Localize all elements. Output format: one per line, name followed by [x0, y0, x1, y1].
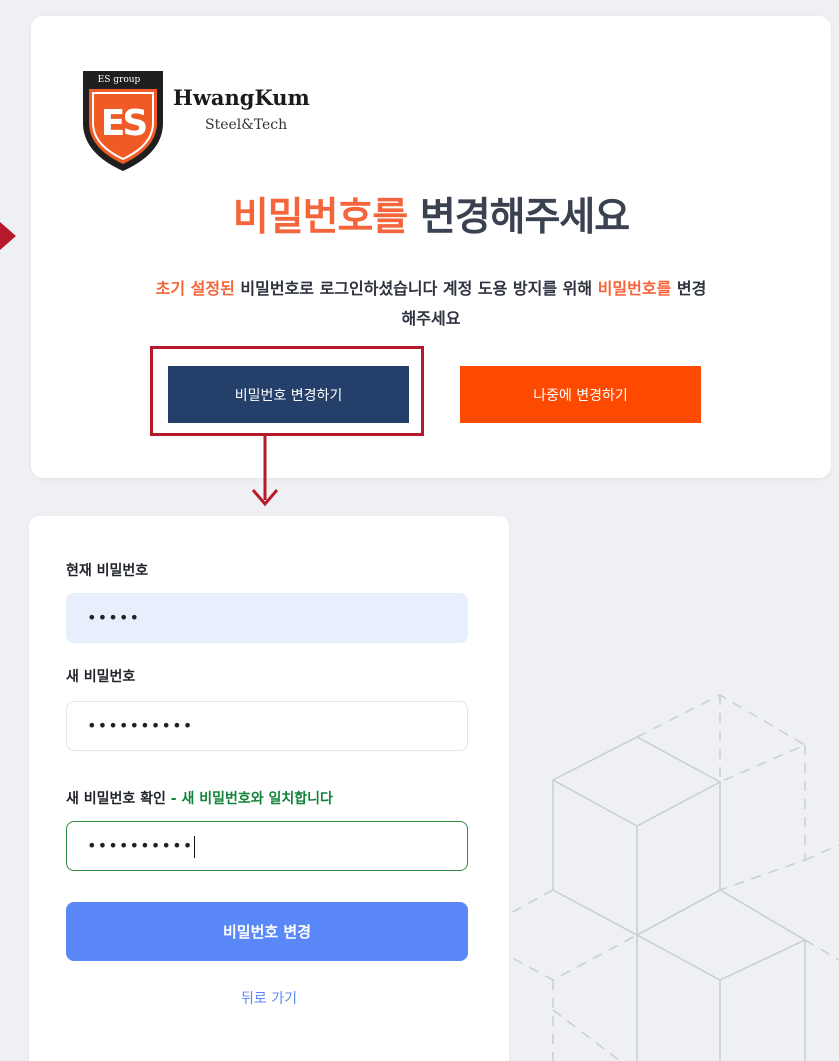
confirm-password-input[interactable]: ••••••••••	[66, 821, 468, 871]
password-match-status: - 새 비밀번호와 일치합니다	[165, 791, 333, 807]
text-caret	[194, 835, 196, 858]
go-back-link[interactable]: 뒤로 가기	[29, 988, 509, 1008]
confirm-password-value: ••••••••••	[87, 836, 194, 855]
confirm-password-label-text: 새 비밀번호 확인	[66, 791, 166, 807]
new-password-input[interactable]: ••••••••••	[66, 701, 468, 751]
current-password-label: 현재 비밀번호	[66, 563, 149, 579]
current-password-input[interactable]: •••••	[66, 593, 468, 643]
password-change-form: 현재 비밀번호 ••••• 새 비밀번호 •••••••••• 새 비밀번호 확…	[29, 516, 509, 1061]
new-password-label: 새 비밀번호	[66, 669, 136, 685]
submit-password-change-button[interactable]: 비밀번호 변경	[66, 902, 468, 961]
down-pointer-arrow-icon	[251, 436, 279, 507]
confirm-password-label: 새 비밀번호 확인 - 새 비밀번호와 일치합니다	[66, 788, 333, 808]
